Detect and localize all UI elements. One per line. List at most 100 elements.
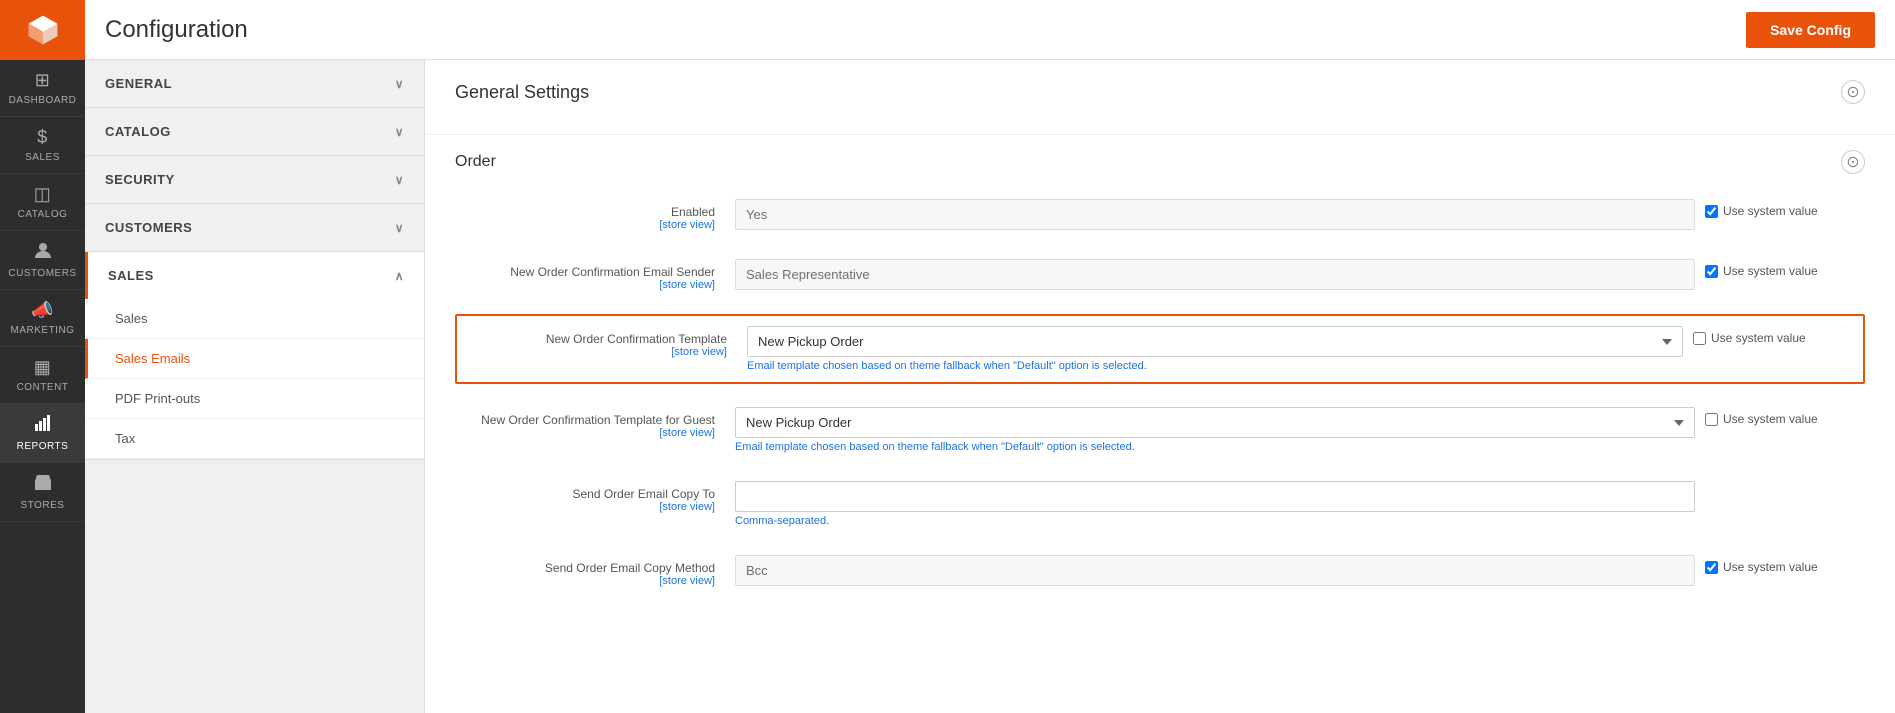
nav-section-catalog-label: CATALOG [105, 124, 171, 139]
reports-icon [34, 414, 52, 437]
page-header: Configuration Save Config [85, 0, 1895, 60]
dashboard-icon: ⊞ [35, 70, 51, 91]
nav-section-customers-label: CUSTOMERS [105, 220, 192, 235]
order-template-guest-select[interactable]: New Pickup Order New Order Default [735, 407, 1695, 438]
sidebar-item-label: CATALOG [18, 209, 68, 220]
order-section-title: Order [455, 153, 496, 171]
order-template-guest-hint: Email template chosen based on theme fal… [735, 441, 1695, 453]
order-template-system-value-checkbox[interactable] [1693, 332, 1706, 345]
general-settings-header: General Settings ⊙ [455, 80, 1865, 104]
logo[interactable] [0, 0, 85, 60]
main-content: Configuration Save Config GENERAL ∨ CATA… [85, 0, 1895, 713]
nav-sub-items-sales: Sales Sales Emails PDF Print-outs Tax [85, 299, 424, 459]
field-order-sender-label: New Order Confirmation Email Sender [sto… [455, 259, 735, 291]
nav-sub-item-pdf-printouts[interactable]: PDF Print-outs [85, 379, 424, 419]
nav-section-catalog: CATALOG ∨ [85, 108, 424, 156]
nav-sub-item-tax[interactable]: Tax [85, 419, 424, 459]
nav-section-catalog-header[interactable]: CATALOG ∨ [85, 108, 424, 155]
sidebar-item-label: DASHBOARD [9, 95, 77, 106]
nav-section-general-label: GENERAL [105, 76, 172, 91]
stores-icon [34, 473, 52, 496]
sidebar-item-catalog[interactable]: ◫ CATALOG [0, 174, 85, 231]
sidebar-item-content[interactable]: ▦ CONTENT [0, 347, 85, 404]
order-template-select[interactable]: New Pickup Order New Order Default [747, 326, 1683, 357]
order-template-guest-system-value-label: Use system value [1723, 412, 1818, 426]
nav-sub-item-sales-emails[interactable]: Sales Emails [85, 339, 424, 379]
order-template-guest-system-value: Use system value [1695, 407, 1865, 426]
nav-section-sales-label: SALES [108, 268, 154, 283]
order-template-guest-system-value-checkbox[interactable] [1705, 413, 1718, 426]
email-copy-method-system-value: Use system value [1695, 555, 1865, 574]
sidebar-item-label: MARKETING [11, 325, 75, 336]
field-order-template-guest-input: New Pickup Order New Order Default Email… [735, 407, 1695, 453]
order-template-hint: Email template chosen based on theme fal… [747, 360, 1683, 372]
sidebar-item-label: REPORTS [17, 441, 69, 452]
field-enabled: Enabled [store view] Yes No Use [455, 194, 1865, 236]
field-email-copy-to-input: Comma-separated. [735, 481, 1695, 527]
sidebar-item-stores[interactable]: STORES [0, 463, 85, 522]
field-order-template-label: New Order Confirmation Template [store v… [467, 326, 747, 358]
customers-icon [34, 241, 52, 264]
order-sender-system-value-checkbox[interactable] [1705, 265, 1718, 278]
content-area: GENERAL ∨ CATALOG ∨ SECURITY ∨ CUSTOMERS [85, 60, 1895, 713]
chevron-down-icon: ∨ [395, 173, 404, 187]
email-copy-to-system-value [1695, 481, 1865, 486]
email-copy-method-system-value-checkbox[interactable] [1705, 561, 1718, 574]
order-section-header: Order ⊙ [455, 150, 1865, 174]
collapse-order-button[interactable]: ⊙ [1841, 150, 1865, 174]
enabled-system-value: Use system value [1695, 199, 1865, 218]
email-copy-method-system-value-label: Use system value [1723, 560, 1818, 574]
sidebar-item-reports[interactable]: REPORTS [0, 404, 85, 463]
nav-section-sales: SALES ∧ Sales Sales Emails PDF Print-out… [85, 252, 424, 460]
order-section: Order ⊙ Enabled [store view] Yes No [425, 135, 1895, 625]
sidebar-item-label: CUSTOMERS [8, 268, 76, 279]
field-enabled-label: Enabled [store view] [455, 199, 735, 231]
chevron-down-icon: ∨ [395, 125, 404, 139]
order-sender-select[interactable]: Sales Representative General Contact [735, 259, 1695, 290]
email-copy-method-select[interactable]: Bcc Separate Email [735, 555, 1695, 586]
nav-section-security: SECURITY ∨ [85, 156, 424, 204]
field-order-sender: New Order Confirmation Email Sender [sto… [455, 254, 1865, 296]
field-order-template-input: New Pickup Order New Order Default Email… [747, 326, 1683, 372]
sidebar-item-label: SALES [25, 152, 60, 163]
order-template-system-value: Use system value [1683, 326, 1853, 345]
nav-section-security-header[interactable]: SECURITY ∨ [85, 156, 424, 203]
page-title: Configuration [105, 16, 248, 44]
order-sender-system-value: Use system value [1695, 259, 1865, 278]
sidebar-item-label: STORES [21, 500, 65, 511]
sidebar-item-sales[interactable]: $ SALES [0, 117, 85, 174]
field-email-copy-to: Send Order Email Copy To [store view] Co… [455, 476, 1865, 532]
nav-sub-item-sales[interactable]: Sales [85, 299, 424, 339]
sidebar-item-label: CONTENT [17, 382, 69, 393]
order-sender-system-value-label: Use system value [1723, 264, 1818, 278]
sales-icon: $ [37, 127, 48, 148]
sidebar-item-marketing[interactable]: 📣 MARKETING [0, 290, 85, 347]
save-config-button[interactable]: Save Config [1746, 12, 1875, 48]
general-settings-title: General Settings [455, 82, 589, 103]
enabled-select[interactable]: Yes No [735, 199, 1695, 230]
nav-section-general-header[interactable]: GENERAL ∨ [85, 60, 424, 107]
field-email-copy-method: Send Order Email Copy Method [store view… [455, 550, 1865, 592]
field-email-copy-to-label: Send Order Email Copy To [store view] [455, 481, 735, 513]
sidebar-item-customers[interactable]: CUSTOMERS [0, 231, 85, 290]
field-enabled-input: Yes No [735, 199, 1695, 230]
email-copy-to-input[interactable] [735, 481, 1695, 512]
order-template-system-value-label: Use system value [1711, 331, 1806, 345]
marketing-icon: 📣 [31, 300, 54, 321]
catalog-icon: ◫ [34, 184, 52, 205]
field-email-copy-method-label: Send Order Email Copy Method [store view… [455, 555, 735, 587]
field-email-copy-method-input: Bcc Separate Email [735, 555, 1695, 586]
general-settings-section: General Settings ⊙ [425, 60, 1895, 135]
chevron-down-icon: ∨ [395, 77, 404, 91]
chevron-down-icon: ∨ [395, 221, 404, 235]
enabled-system-value-checkbox[interactable] [1705, 205, 1718, 218]
nav-section-security-label: SECURITY [105, 172, 175, 187]
field-order-template-guest-label: New Order Confirmation Template for Gues… [455, 407, 735, 439]
field-order-template: New Order Confirmation Template [store v… [455, 314, 1865, 384]
content-icon: ▦ [34, 357, 52, 378]
nav-section-customers-header[interactable]: CUSTOMERS ∨ [85, 204, 424, 251]
nav-section-sales-header[interactable]: SALES ∧ [85, 252, 424, 299]
enabled-system-value-label: Use system value [1723, 204, 1818, 218]
sidebar-item-dashboard[interactable]: ⊞ DASHBOARD [0, 60, 85, 117]
collapse-general-button[interactable]: ⊙ [1841, 80, 1865, 104]
